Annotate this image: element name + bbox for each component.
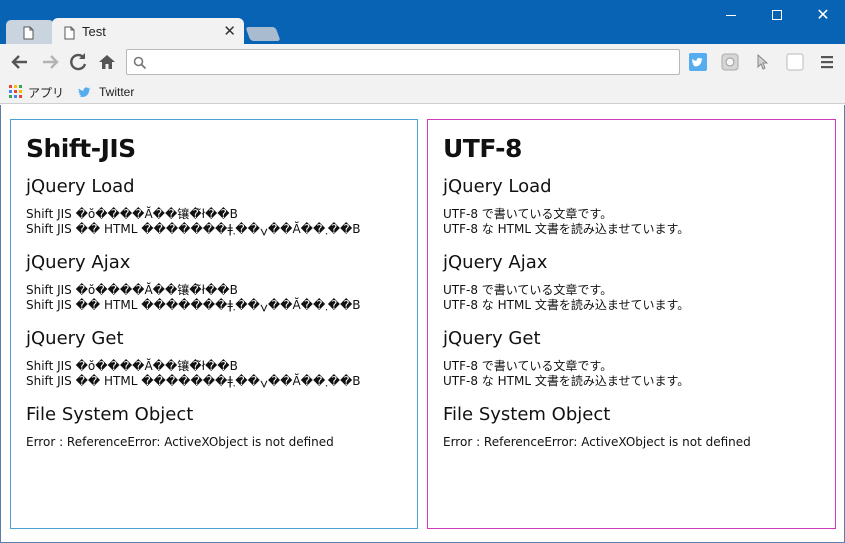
panel-title: UTF-8 (443, 134, 522, 163)
bookmark-label: アプリ (28, 85, 65, 100)
close-window-button[interactable]: ✕ (800, 0, 845, 30)
text-line: Shift JIS �� HTML �������ǂݍ��܂��Ă��܂��B (26, 222, 361, 236)
extension-cursor-icon[interactable] (754, 53, 772, 71)
arrow-left-icon (11, 55, 27, 69)
section-heading: File System Object (26, 404, 194, 425)
tab-close-icon[interactable]: ✕ (223, 22, 236, 40)
text-line: UTF-8 な HTML 文書を読み込ませています。 (443, 298, 690, 312)
bookmark-apps[interactable]: アプリ (9, 82, 64, 102)
text-line: UTF-8 で書いている文章です。 (443, 359, 613, 373)
text-line: UTF-8 な HTML 文書を読み込ませています。 (443, 374, 690, 388)
twitter-extension-icon[interactable] (689, 53, 707, 71)
section-heading: jQuery Get (443, 328, 541, 349)
reload-button[interactable] (66, 50, 90, 74)
tab-inactive[interactable] (6, 20, 54, 44)
home-icon (99, 55, 115, 69)
section-heading: File System Object (443, 404, 611, 425)
error-message: Error : ReferenceError: ActiveXObject is… (26, 435, 334, 449)
bookmark-label: Twitter (99, 85, 135, 99)
arrow-right-icon (43, 55, 59, 69)
text-line: Shift JIS �� HTML �������ǂݍ��܂��Ă��܂��B (26, 374, 361, 388)
minimize-button[interactable] (708, 0, 754, 30)
tab-active[interactable]: Test ✕ (52, 18, 244, 45)
window-titlebar: Test ✕ ✕ (0, 0, 845, 45)
forward-button[interactable] (38, 50, 62, 74)
panel-utf-8: UTF-8 jQuery Load UTF-8 で書いている文章です。 UTF-… (427, 119, 836, 529)
maximize-icon (772, 10, 782, 20)
reload-icon (70, 53, 87, 71)
page-viewport: Shift-JIS jQuery Load Shift JIS �ŏ����Ă�… (0, 105, 845, 543)
bookmarks-bar: アプリ Twitter (0, 80, 845, 104)
tab-title: Test (82, 24, 106, 39)
text-line: Shift JIS �ŏ����Ă��镶�͂ł��B (26, 283, 238, 297)
close-icon: ✕ (816, 5, 830, 24)
section-heading: jQuery Ajax (26, 252, 131, 273)
twitter-bird-icon (78, 87, 91, 97)
text-line: Shift JIS �ŏ����Ă��镶�͂ł��B (26, 207, 238, 221)
panel-title: Shift-JIS (26, 134, 136, 163)
section-heading: jQuery Get (26, 328, 124, 349)
maximize-button[interactable] (754, 0, 800, 30)
extension-blank-icon[interactable] (786, 53, 804, 71)
text-line: Shift JIS �ŏ����Ă��镶�͂ł��B (26, 359, 238, 373)
section-body: Shift JIS �ŏ����Ă��镶�͂ł��B Shift JIS �� … (26, 283, 402, 313)
text-line: UTF-8 な HTML 文書を読み込ませています。 (443, 222, 690, 236)
browser-toolbar (0, 44, 845, 80)
text-line: UTF-8 で書いている文章です。 (443, 207, 613, 221)
bookmark-twitter[interactable]: Twitter (78, 82, 134, 102)
document-icon (64, 25, 75, 44)
section-heading: jQuery Load (443, 176, 552, 197)
panel-shift-jis: Shift-JIS jQuery Load Shift JIS �ŏ����Ă�… (10, 119, 418, 529)
menu-icon[interactable] (818, 53, 836, 71)
document-icon (23, 25, 34, 44)
apps-grid-icon (9, 85, 22, 98)
home-button[interactable] (95, 50, 119, 74)
section-body: UTF-8 で書いている文章です。 UTF-8 な HTML 文書を読み込ませて… (443, 207, 820, 237)
address-input[interactable] (153, 52, 673, 72)
section-heading: jQuery Ajax (443, 252, 548, 273)
text-line: Shift JIS �� HTML �������ǂݍ��܂��Ă��܂��B (26, 298, 361, 312)
extension-icon[interactable] (721, 53, 739, 71)
section-body: Shift JIS �ŏ����Ă��镶�͂ł��B Shift JIS �� … (26, 359, 402, 389)
section-body: UTF-8 で書いている文章です。 UTF-8 な HTML 文書を読み込ませて… (443, 359, 820, 389)
search-icon (133, 55, 147, 74)
section-heading: jQuery Load (26, 176, 135, 197)
error-message: Error : ReferenceError: ActiveXObject is… (443, 435, 751, 449)
new-tab-button[interactable] (245, 27, 281, 41)
section-body: UTF-8 で書いている文章です。 UTF-8 な HTML 文書を読み込ませて… (443, 283, 820, 313)
back-button[interactable] (8, 50, 32, 74)
section-body: Shift JIS �ŏ����Ă��镶�͂ł��B Shift JIS �� … (26, 207, 402, 237)
minimize-icon (726, 15, 736, 16)
address-bar[interactable] (126, 49, 680, 75)
text-line: UTF-8 で書いている文章です。 (443, 283, 613, 297)
